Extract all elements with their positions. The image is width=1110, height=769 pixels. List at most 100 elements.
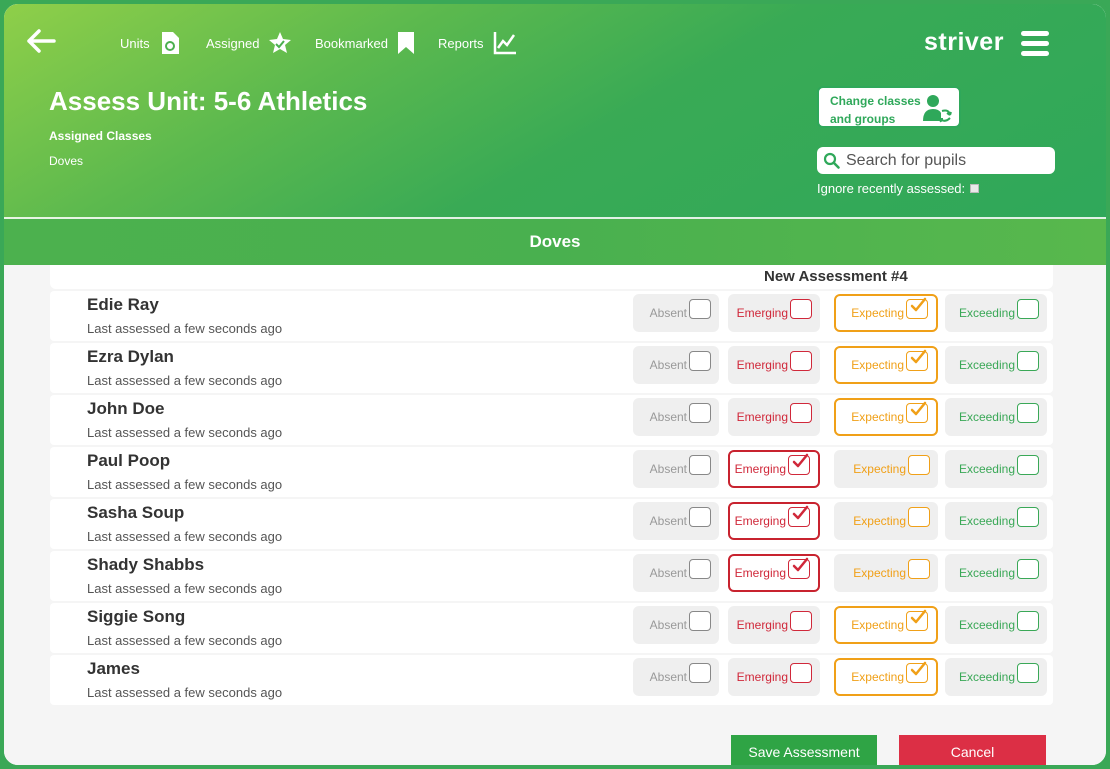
option-exceeding[interactable]: Exceeding <box>945 346 1047 384</box>
option-checkbox[interactable] <box>689 455 711 475</box>
pupil-name: Siggie Song <box>87 607 186 626</box>
pupil-row: Ezra Dylan Last assessed a few seconds ag… <box>50 343 1053 393</box>
option-exceeding[interactable]: Exceeding <box>945 658 1047 696</box>
option-checkbox[interactable] <box>1017 559 1039 579</box>
option-checkbox[interactable] <box>1017 663 1039 683</box>
option-expecting[interactable]: Expecting <box>834 502 938 540</box>
ignore-recent-label: Ignore recently assessed: <box>817 181 966 196</box>
option-emerging[interactable]: Emerging <box>728 502 820 540</box>
option-checkbox[interactable] <box>790 611 812 631</box>
save-assessment-button[interactable]: Save Assessment <box>731 735 877 765</box>
option-checkbox[interactable] <box>1017 299 1039 319</box>
option-expecting[interactable]: Expecting <box>834 658 938 696</box>
option-emerging[interactable]: Emerging <box>728 658 820 696</box>
pupil-name: Sasha Soup <box>87 503 185 522</box>
option-emerging[interactable]: Emerging <box>728 606 820 644</box>
option-checkbox[interactable] <box>689 507 711 527</box>
assessment-title: New Assessment #4 <box>764 268 908 285</box>
last-assessed-text: Last assessed a few seconds ago <box>87 633 283 648</box>
nav-bookmarked[interactable]: Bookmarked <box>315 30 416 56</box>
page-title: Assess Unit: 5-6 Athletics <box>49 86 368 116</box>
option-checkbox[interactable] <box>689 611 711 631</box>
option-checkbox[interactable] <box>790 403 812 423</box>
cancel-button[interactable]: Cancel <box>899 735 1046 765</box>
option-checkbox[interactable] <box>790 351 812 371</box>
option-checkbox[interactable] <box>906 661 928 683</box>
option-checkbox[interactable] <box>689 403 711 423</box>
chart-icon <box>493 32 516 55</box>
back-button[interactable] <box>26 28 60 58</box>
option-absent[interactable]: Absent <box>633 294 719 332</box>
option-absent[interactable]: Absent <box>633 502 719 540</box>
option-label: Exceeding <box>958 618 1015 632</box>
nav-assigned[interactable]: Assigned <box>206 30 293 56</box>
option-checkbox[interactable] <box>906 609 928 631</box>
hamburger-icon[interactable] <box>1021 31 1049 57</box>
option-checkbox[interactable] <box>788 505 810 527</box>
search-input[interactable] <box>846 151 1046 170</box>
assessment-content: New Assessment #4 Edie Ray Last assessed … <box>4 265 1106 765</box>
search-box <box>817 147 1055 174</box>
option-checkbox[interactable] <box>790 299 812 319</box>
option-checkbox[interactable] <box>790 663 812 683</box>
option-exceeding[interactable]: Exceeding <box>945 450 1047 488</box>
option-expecting[interactable]: Expecting <box>834 606 938 644</box>
check-icon <box>910 609 927 624</box>
option-checkbox[interactable] <box>1017 611 1039 631</box>
option-expecting[interactable]: Expecting <box>834 398 938 436</box>
option-exceeding[interactable]: Exceeding <box>945 502 1047 540</box>
option-absent[interactable]: Absent <box>633 346 719 384</box>
change-classes-button[interactable]: Change classes and groups <box>817 86 961 128</box>
option-checkbox[interactable] <box>788 557 810 579</box>
option-absent[interactable]: Absent <box>633 554 719 592</box>
option-checkbox[interactable] <box>908 455 930 475</box>
nav-reports[interactable]: Reports <box>438 30 518 56</box>
option-emerging[interactable]: Emerging <box>728 294 820 332</box>
units-icon <box>161 32 179 54</box>
option-checkbox[interactable] <box>1017 507 1039 527</box>
option-checkbox[interactable] <box>906 401 928 423</box>
option-checkbox[interactable] <box>908 559 930 579</box>
pupil-row: Siggie Song Last assessed a few seconds a… <box>50 603 1053 653</box>
option-expecting[interactable]: Expecting <box>834 346 938 384</box>
option-checkbox[interactable] <box>906 297 928 319</box>
assessment-header: New Assessment #4 <box>50 265 1053 289</box>
pupil-name: James <box>87 659 140 678</box>
option-emerging[interactable]: Emerging <box>728 346 820 384</box>
option-emerging[interactable]: Emerging <box>728 398 820 436</box>
option-label: Expecting <box>851 358 904 372</box>
option-emerging[interactable]: Emerging <box>728 554 820 592</box>
option-exceeding[interactable]: Exceeding <box>945 294 1047 332</box>
assigned-class-name: Doves <box>49 154 84 168</box>
option-checkbox[interactable] <box>788 453 810 475</box>
nav-units[interactable]: Units <box>120 30 182 56</box>
option-checkbox[interactable] <box>689 299 711 319</box>
option-checkbox[interactable] <box>1017 403 1039 423</box>
option-checkbox[interactable] <box>689 663 711 683</box>
option-absent[interactable]: Absent <box>633 450 719 488</box>
option-checkbox[interactable] <box>689 351 711 371</box>
option-checkbox[interactable] <box>906 349 928 371</box>
option-absent[interactable]: Absent <box>633 398 719 436</box>
nav-assigned-label: Assigned <box>206 35 260 51</box>
pupil-row: James Last assessed a few seconds ago Abse… <box>50 655 1053 705</box>
option-exceeding[interactable]: Exceeding <box>945 398 1047 436</box>
option-absent[interactable]: Absent <box>633 658 719 696</box>
pupil-name: Edie Ray <box>87 295 159 314</box>
last-assessed-text: Last assessed a few seconds ago <box>87 685 283 700</box>
option-label: Exceeding <box>958 566 1015 580</box>
option-exceeding[interactable]: Exceeding <box>945 554 1047 592</box>
option-exceeding[interactable]: Exceeding <box>945 606 1047 644</box>
ignore-recent-checkbox[interactable] <box>970 184 980 193</box>
option-checkbox[interactable] <box>1017 455 1039 475</box>
option-absent[interactable]: Absent <box>633 606 719 644</box>
option-checkbox[interactable] <box>1017 351 1039 371</box>
option-checkbox[interactable] <box>908 507 930 527</box>
option-label: Emerging <box>736 306 788 320</box>
option-expecting[interactable]: Expecting <box>834 294 938 332</box>
option-expecting[interactable]: Expecting <box>834 554 938 592</box>
option-checkbox[interactable] <box>689 559 711 579</box>
option-emerging[interactable]: Emerging <box>728 450 820 488</box>
last-assessed-text: Last assessed a few seconds ago <box>87 321 283 336</box>
option-expecting[interactable]: Expecting <box>834 450 938 488</box>
